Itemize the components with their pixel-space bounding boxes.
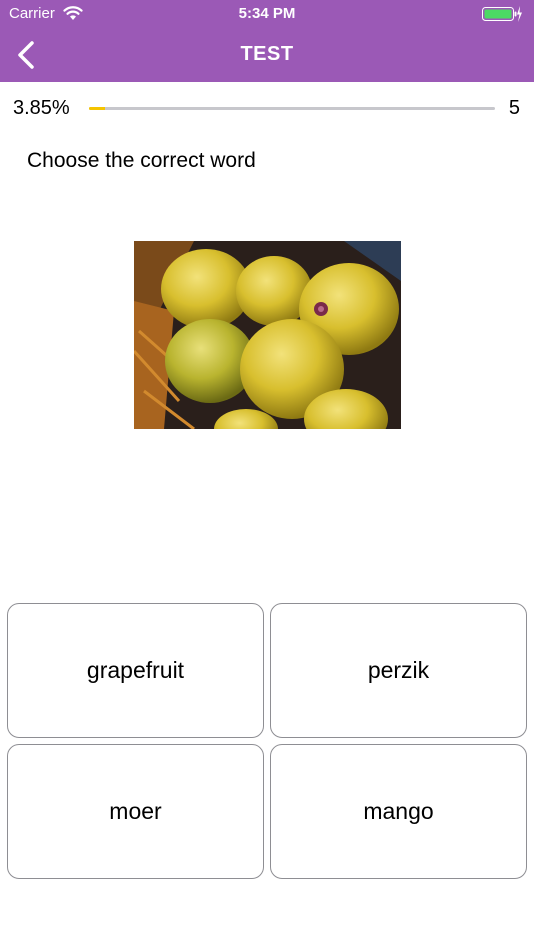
progress-row: 3.85% 5 [0,96,534,124]
battery-charging-icon [482,6,522,22]
header: Carrier 5:34 PM TEST [0,0,534,82]
nav-bar: TEST [0,28,534,82]
question-prompt: Choose the correct word [27,149,256,172]
page-title: TEST [240,43,294,65]
answer-option-4[interactable]: mango [270,744,527,879]
progress-percent: 3.85% [13,97,70,119]
question-image [134,241,401,429]
progress-fill [89,107,105,110]
status-time: 5:34 PM [238,5,296,22]
answer-option-2[interactable]: perzik [270,603,527,738]
fruit-photo [134,241,401,429]
answer-option-3[interactable]: moer [7,744,264,879]
progress-bar [89,107,495,110]
answer-option-1[interactable]: grapefruit [7,603,264,738]
question-count: 5 [508,97,520,119]
status-bar: Carrier 5:34 PM [0,0,534,28]
